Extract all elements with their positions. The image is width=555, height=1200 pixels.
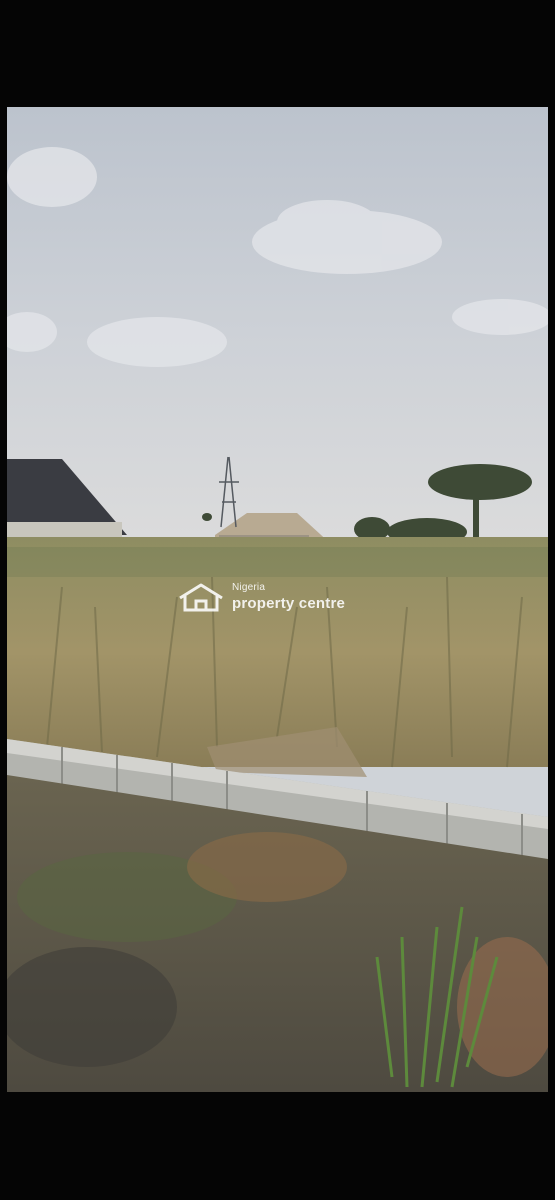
- watermark-brand-name: property centre: [232, 595, 346, 612]
- house-logo-icon: [178, 582, 224, 612]
- property-centre-watermark: Nigeria property centre: [178, 582, 345, 612]
- watermark-country: Nigeria: [232, 582, 266, 593]
- grass-horizon: [7, 547, 548, 577]
